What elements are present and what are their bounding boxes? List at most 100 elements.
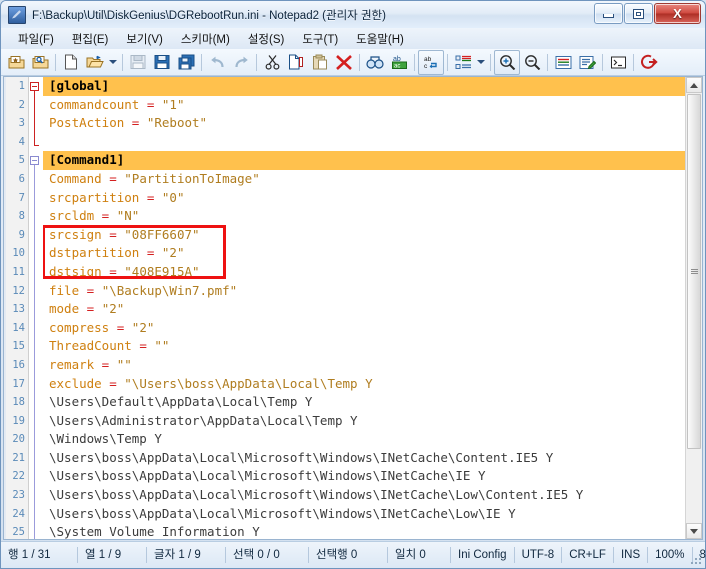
toolbar-separator (122, 53, 123, 71)
fold-toggle-command1[interactable] (30, 156, 39, 165)
redo-icon[interactable] (229, 51, 253, 74)
toolbar-separator (490, 53, 491, 71)
menu-file[interactable]: 파일(F) (9, 29, 63, 49)
equals-sign: = (139, 96, 162, 112)
scrollbar-grip (690, 268, 698, 275)
replace-icon[interactable]: ab ac (387, 51, 411, 74)
minimize-button[interactable] (594, 3, 623, 24)
exit-icon[interactable] (637, 51, 661, 74)
copy-icon[interactable] (284, 51, 308, 74)
code-area[interactable]: [global] commandcount = "1" PostAction =… (43, 77, 685, 539)
line-number: 22 (12, 470, 25, 483)
text-editor[interactable]: 1 2 3 4 5 6 7 8 9 10 11 12 13 14 15 16 1… (3, 76, 703, 540)
line-number: 16 (12, 358, 25, 371)
ini-key: PostAction (49, 115, 125, 131)
always-on-top-icon[interactable] (551, 51, 575, 74)
paste-icon[interactable] (308, 51, 332, 74)
toolbar-separator (414, 53, 415, 71)
console-icon[interactable] (606, 51, 630, 74)
fold-toggle-global[interactable] (30, 82, 39, 91)
save-copy-icon[interactable] (174, 51, 198, 74)
ini-value: "PartitionToImage" (124, 170, 260, 186)
line-number: 10 (12, 247, 25, 260)
line-number: 12 (12, 284, 25, 297)
toolbar-separator (547, 53, 548, 71)
ini-key: srcldm (49, 208, 95, 224)
scheme-icon[interactable] (451, 51, 475, 74)
find-icon[interactable] (363, 51, 387, 74)
ini-key: mode (49, 301, 80, 317)
ini-key: dstpartition (49, 245, 140, 261)
ini-value: "2" (161, 245, 185, 261)
ini-value: "" (116, 356, 132, 372)
ini-key: exclude (49, 375, 102, 391)
scroll-up-button[interactable] (686, 77, 702, 93)
status-char[interactable]: 글자 1 / 9 (147, 547, 226, 563)
equals-sign: = (124, 115, 147, 131)
menu-settings[interactable]: 설정(S) (239, 29, 294, 49)
status-scheme[interactable]: Ini Config (451, 547, 515, 563)
code-line: PostAction = "Reboot" (43, 114, 685, 133)
file-browse-icon[interactable] (28, 51, 52, 74)
toolbar-separator (633, 53, 634, 71)
maximize-button[interactable] (624, 3, 653, 24)
ini-key: Command (49, 170, 102, 186)
resize-grip[interactable] (691, 554, 703, 566)
status-eol[interactable]: CR+LF (562, 547, 614, 563)
code-line: \Users\Administrator\AppData\Local\Temp … (49, 412, 358, 428)
ini-value: "\Users\boss\AppData\Local\Temp Y (124, 375, 373, 391)
line-number: 6 (18, 172, 25, 185)
undo-icon[interactable] (205, 51, 229, 74)
status-encoding[interactable]: UTF-8 (515, 547, 563, 563)
code-line: \Users\Default\AppData\Local\Temp Y (49, 394, 313, 410)
open-file-icon[interactable] (83, 51, 107, 74)
scrollbar-thumb[interactable] (687, 94, 701, 449)
ini-key: commandcount (49, 96, 140, 112)
open-dropdown-arrow[interactable] (107, 51, 119, 74)
new-file-icon[interactable] (59, 51, 83, 74)
ini-value: "2" (101, 301, 125, 317)
status-zoom[interactable]: 100% (648, 547, 693, 563)
wordwrap-icon[interactable]: ab c (418, 49, 444, 75)
zoom-in-icon[interactable] (494, 49, 520, 75)
status-sel-lines[interactable]: 선택행 0 (309, 547, 388, 563)
line-number: 5 (18, 154, 25, 167)
line-number: 13 (12, 303, 25, 316)
window-controls: X (594, 3, 701, 24)
status-insert[interactable]: INS (614, 547, 649, 563)
fold-margin[interactable] (29, 77, 43, 539)
save-as-icon[interactable] (150, 51, 174, 74)
toolbar-separator (256, 53, 257, 71)
ini-value: "" (154, 338, 170, 354)
notepad2-window: F:\Backup\Util\DiskGenius\DGRebootRun.in… (0, 0, 706, 569)
toolbar: ab ac ab c (1, 49, 705, 76)
delete-icon[interactable] (332, 51, 356, 74)
scheme-dropdown-arrow[interactable] (475, 51, 487, 74)
status-matches[interactable]: 일치 0 (388, 547, 451, 563)
status-line[interactable]: 행 1 / 31 (1, 547, 78, 563)
ini-value: "N" (116, 208, 140, 224)
ini-value: "0" (161, 189, 185, 205)
menu-view[interactable]: 보기(V) (117, 29, 172, 49)
menu-scheme[interactable]: 스키마(M) (172, 29, 239, 49)
vertical-scrollbar[interactable] (685, 77, 702, 539)
close-button[interactable]: X (654, 3, 701, 24)
menu-help[interactable]: 도움말(H) (347, 29, 413, 49)
favorites-icon[interactable] (4, 51, 28, 74)
save-icon[interactable] (126, 51, 150, 74)
toolbar-separator (55, 53, 56, 71)
code-line: dstsign = "408E915A" (43, 263, 685, 282)
title-bar[interactable]: F:\Backup\Util\DiskGenius\DGRebootRun.in… (1, 1, 705, 28)
menu-tools[interactable]: 도구(T) (293, 29, 347, 49)
edit-settings-icon[interactable] (575, 51, 599, 74)
zoom-out-icon[interactable] (520, 51, 544, 74)
status-column[interactable]: 열 1 / 9 (78, 547, 147, 563)
scroll-down-button[interactable] (686, 523, 702, 539)
menu-edit[interactable]: 편집(E) (63, 29, 118, 49)
equals-sign: = (101, 226, 125, 242)
code-line: \Users\boss\AppData\Local\Microsoft\Wind… (49, 487, 584, 503)
toolbar-separator (359, 53, 360, 71)
cut-icon[interactable] (260, 51, 284, 74)
status-selection[interactable]: 선택 0 / 0 (226, 547, 309, 563)
